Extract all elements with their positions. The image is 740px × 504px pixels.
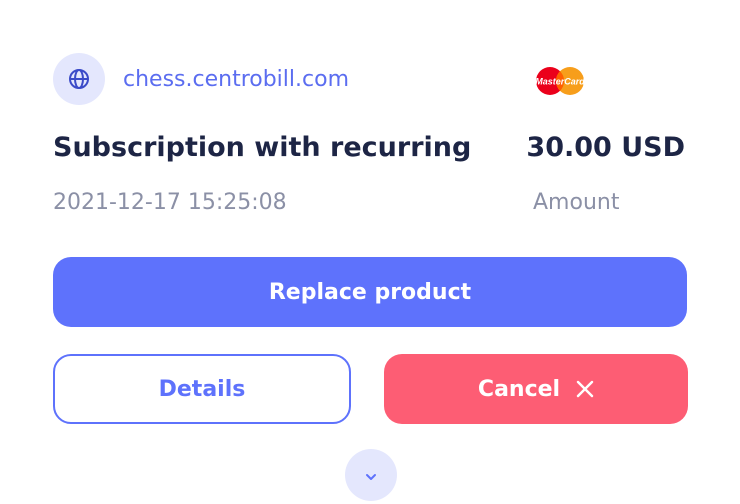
globe-icon [53, 53, 105, 105]
mastercard-logo: MasterCard [533, 66, 587, 100]
site-row: chess.centrobill.com [53, 53, 349, 105]
replace-product-label: Replace product [268, 279, 472, 305]
amount-value: 30.00 USD [526, 132, 685, 163]
details-button[interactable]: Details [53, 354, 351, 424]
chevron-down-icon [365, 466, 377, 485]
product-title: Subscription with recurring [53, 132, 472, 163]
expand-button[interactable] [345, 449, 397, 501]
cancel-button[interactable]: Cancel [384, 354, 688, 424]
details-label: Details [158, 376, 246, 402]
card-brand-text: MasterCard [535, 77, 585, 87]
close-icon [576, 380, 594, 398]
replace-product-button[interactable]: Replace product [53, 257, 687, 327]
transaction-datetime: 2021-12-17 15:25:08 [53, 190, 287, 215]
site-domain: chess.centrobill.com [123, 66, 349, 92]
cancel-label: Cancel [477, 376, 561, 402]
amount-label: Amount [533, 190, 620, 215]
